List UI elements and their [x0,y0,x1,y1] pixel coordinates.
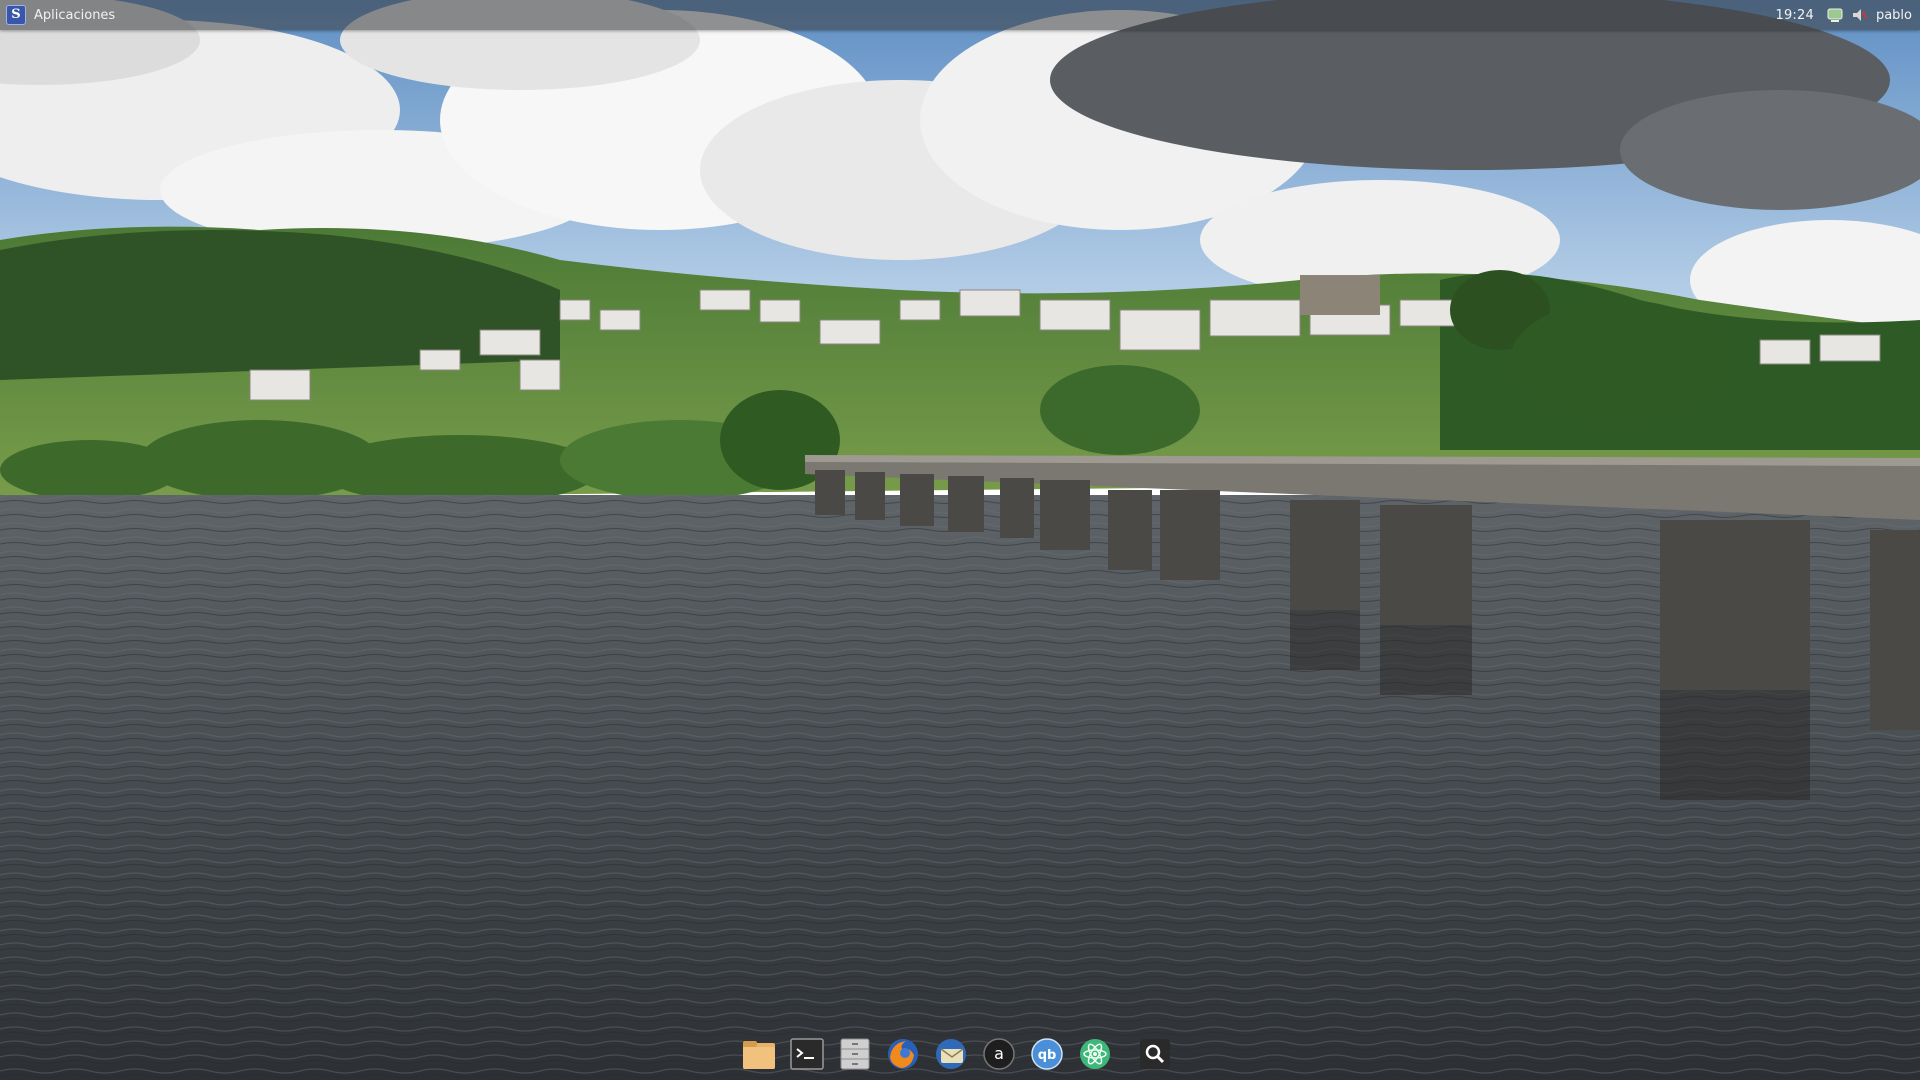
search-icon[interactable] [1135,1034,1175,1074]
atom-icon[interactable] [1075,1034,1115,1074]
wallpaper-photo [0,0,1920,1080]
file-cabinet-icon[interactable] [835,1034,875,1074]
top-panel: S Aplicaciones 19:24 pablo [0,0,1920,30]
svg-text:qb: qb [1038,1048,1057,1063]
clock[interactable]: 19:24 [1775,8,1813,23]
thunderbird-icon[interactable] [931,1034,971,1074]
applications-menu[interactable]: S Aplicaciones [0,0,121,30]
volume-icon[interactable] [1850,6,1868,24]
amarok-icon[interactable]: a [979,1034,1019,1074]
desktop[interactable]: S Aplicaciones 19:24 pablo a qb [0,0,1920,1080]
dock: a qb [733,1030,1185,1078]
user-name[interactable]: pablo [1876,8,1912,23]
applications-menu-label: Aplicaciones [34,7,116,23]
svg-text:a: a [994,1044,1004,1063]
qbittorrent-icon[interactable]: qb [1027,1034,1067,1074]
network-icon[interactable] [1826,6,1844,24]
app-menu-logo-icon: S [6,5,26,25]
system-tray [1826,6,1868,24]
firefox-icon[interactable] [883,1034,923,1074]
file-manager-icon[interactable] [739,1034,779,1074]
terminal-icon[interactable] [787,1034,827,1074]
